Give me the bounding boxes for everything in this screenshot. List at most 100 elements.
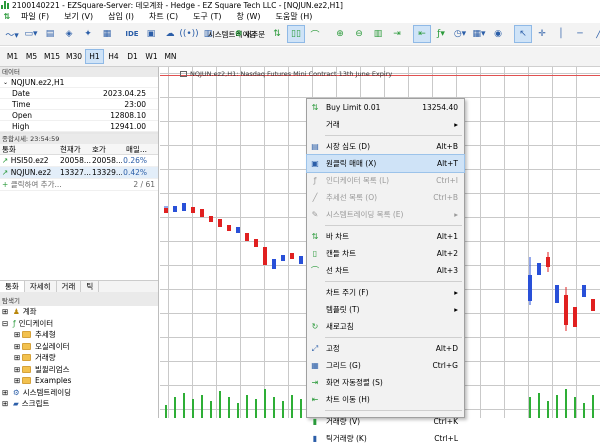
candle-chart-icon: ▯	[312, 249, 318, 258]
tab-details[interactable]: 자세히	[25, 281, 57, 292]
expand-icon[interactable]: ⊞	[14, 365, 22, 374]
menu-help[interactable]: 도움말 (H)	[269, 11, 321, 22]
collapse-icon[interactable]: ⊟	[2, 319, 10, 328]
wifi-icon[interactable]: ((•))	[179, 25, 198, 43]
vline-icon[interactable]: │	[552, 25, 570, 43]
nav-item-scripts[interactable]: ⊞ ▰ 스크립트	[0, 398, 158, 410]
market-watch-columns: 통화 현재가 호가 매일...	[0, 144, 158, 155]
nav-item-volumes[interactable]: ⊞ 거래량	[0, 352, 158, 364]
menu-item-periods[interactable]: 차트 주기 (F) ▸	[307, 284, 464, 301]
cursor-icon[interactable]: ↖	[514, 25, 532, 43]
data-window-icon[interactable]: ◈	[60, 25, 78, 43]
menu-item-one-click[interactable]: ▣ 원클릭 매매 (X) Alt+T	[306, 154, 465, 173]
hline-icon[interactable]: ─	[571, 25, 589, 43]
tile-icon[interactable]: ▥	[369, 25, 387, 43]
bar-chart-mode-icon[interactable]: ⇅	[268, 25, 286, 43]
menu-window[interactable]: 창 (W)	[229, 11, 268, 22]
expand-icon[interactable]: ⊞	[14, 330, 22, 339]
chevron-down-icon[interactable]: ⌄	[3, 79, 8, 86]
chart-shift-tb-icon[interactable]: ⇤	[413, 25, 431, 43]
expand-icon[interactable]: ⊞	[14, 342, 22, 351]
zoom-in-icon[interactable]: ⊕	[331, 25, 349, 43]
menu-item-templates[interactable]: 템플릿 (T) ▸	[307, 301, 464, 318]
app-menu-icon[interactable]: ⇅	[0, 12, 14, 21]
navigator-icon[interactable]: ✦	[79, 25, 97, 43]
crosshair-icon[interactable]: ✛	[533, 25, 551, 43]
col-symbol[interactable]: 통화	[0, 144, 60, 155]
signals-icon[interactable]: ▣	[142, 25, 160, 43]
menu-item-chart-shift[interactable]: ⇤ 차트 이동 (H)	[307, 391, 464, 408]
tf-m5[interactable]: M5	[22, 49, 41, 64]
terminal-icon[interactable]: ▦	[98, 25, 116, 43]
nav-item-oscillators[interactable]: ⊞ 오실레이터	[0, 341, 158, 353]
tf-m1[interactable]: M1	[3, 49, 22, 64]
tab-trading[interactable]: 거래	[57, 281, 82, 292]
menu-item-indicator-list[interactable]: ƒ 인디케이터 목록 (L) Ctrl+I	[307, 172, 464, 189]
col-change[interactable]: 매일...	[122, 144, 150, 155]
nav-item-examples[interactable]: ⊞ Examples	[0, 375, 158, 387]
autoscroll-tb-icon[interactable]: ⇥	[388, 25, 406, 43]
market-watch-row[interactable]: ↗ NQJUN.ez2 13327... 13329... 0.42%	[0, 167, 158, 179]
menu-item-experts-list[interactable]: ✎ 시스템트레이딩 목록 (E) ▸	[307, 206, 464, 223]
templates-icon[interactable]: ▦▾	[470, 25, 488, 43]
menu-item-buy-limit[interactable]: ⇅ Buy Limit 0.01 13254.40	[307, 99, 464, 116]
menu-item-refresh[interactable]: ↻ 새로고침	[307, 318, 464, 335]
tf-w1[interactable]: W1	[142, 49, 161, 64]
menu-item-autoscroll[interactable]: ⇥ 화면 자동정렬 (S)	[307, 374, 464, 391]
menu-item-candle-chart[interactable]: ▯ 캔들 차트 Alt+2	[307, 245, 464, 262]
window-title: 2100140221 - EZSquare-Server: 데모계좌 - Hed…	[12, 0, 343, 10]
tab-ticks[interactable]: 틱	[81, 281, 100, 292]
tf-m15[interactable]: M15	[41, 49, 63, 64]
periods-icon[interactable]: ◷▾	[451, 25, 469, 43]
col-ask[interactable]: 호가	[92, 144, 122, 155]
menu-file[interactable]: 파일 (F)	[14, 11, 57, 22]
menu-item-tick-volume[interactable]: ▮ 틱거래량 (K) Ctrl+L	[307, 430, 464, 447]
line-mode-icon[interactable]: ⌒	[306, 25, 324, 43]
col-bid[interactable]: 현재가	[60, 144, 92, 155]
candle-mode-icon[interactable]: ▯▯	[287, 25, 305, 43]
pin-icon: ⤢	[311, 343, 319, 353]
nav-item-experts[interactable]: ⊞ ⚙ 시스템트레이딩	[0, 387, 158, 399]
menu-item-bar-chart[interactable]: ⇅ 바 차트 Alt+1	[307, 228, 464, 245]
menu-tools[interactable]: 도구 (T)	[186, 11, 229, 22]
screenshot-icon[interactable]: ◉	[489, 25, 507, 43]
new-order-button[interactable]: ⊕ 새주문	[235, 25, 265, 43]
zoom-out-icon[interactable]: ⊖	[350, 25, 368, 43]
menu-chart[interactable]: 차트 (C)	[142, 11, 186, 22]
tf-m30[interactable]: M30	[63, 49, 85, 64]
menu-shortcut: Alt+1	[436, 232, 458, 241]
expand-icon[interactable]: ⊞	[14, 353, 22, 362]
nav-item-trend[interactable]: ⊞ 추세형	[0, 329, 158, 341]
new-chart-icon[interactable]: 〜▾	[3, 25, 21, 43]
tab-symbols[interactable]: 통화	[0, 281, 25, 292]
expand-icon[interactable]: ⊞	[2, 388, 10, 397]
market-watch-row[interactable]: ↗ HSI50.ez2 20058... 20058... 0.26%	[0, 155, 158, 167]
change-value: 0.42%	[123, 168, 147, 177]
add-symbol-row[interactable]: + 클릭하여 추가... 2 / 61	[0, 179, 158, 191]
cloud-icon[interactable]: ☁	[161, 25, 179, 43]
tf-h1[interactable]: H1	[85, 49, 104, 64]
menu-item-trading[interactable]: 거래 ▸	[307, 116, 464, 133]
menu-item-pin[interactable]: ⤢ 고정 Alt+D	[307, 340, 464, 357]
ide-button[interactable]: IDE	[123, 25, 141, 43]
menu-item-objects-list[interactable]: ╱ 추세선 목록 (O) Ctrl+B	[307, 189, 464, 206]
tf-d1[interactable]: D1	[123, 49, 142, 64]
tf-mn[interactable]: MN	[161, 49, 180, 64]
menu-item-depth[interactable]: ▤ 시장 심도 (D) Alt+B	[307, 138, 464, 155]
nav-item-bill-williams[interactable]: ⊞ 빌윌리엄스	[0, 364, 158, 376]
menu-item-volume[interactable]: ▮ 거래량 (V) Ctrl+K	[307, 413, 464, 430]
menu-view[interactable]: 보기 (V)	[57, 11, 101, 22]
nav-item-indicators[interactable]: ⊟ ƒ 인디케이터	[0, 318, 158, 330]
menu-item-grid[interactable]: ▦ 그리드 (G) Ctrl+G	[307, 357, 464, 374]
expand-icon[interactable]: ⊞	[2, 399, 10, 408]
expand-icon[interactable]: ⊞	[2, 307, 10, 316]
menu-insert[interactable]: 삽입 (I)	[101, 11, 142, 22]
trendline-icon[interactable]: ╱	[590, 25, 600, 43]
indicators-icon[interactable]: ƒ▾	[432, 25, 450, 43]
tf-h4[interactable]: H4	[104, 49, 123, 64]
menu-item-line-chart[interactable]: ⌒ 선 차트 Alt+3	[307, 262, 464, 279]
expand-icon[interactable]: ⊞	[14, 376, 22, 385]
market-watch-icon[interactable]: ▤	[41, 25, 59, 43]
nav-item-accounts[interactable]: ⊞ ♟ 계좌	[0, 306, 158, 318]
profiles-icon[interactable]: ▭▾	[22, 25, 40, 43]
